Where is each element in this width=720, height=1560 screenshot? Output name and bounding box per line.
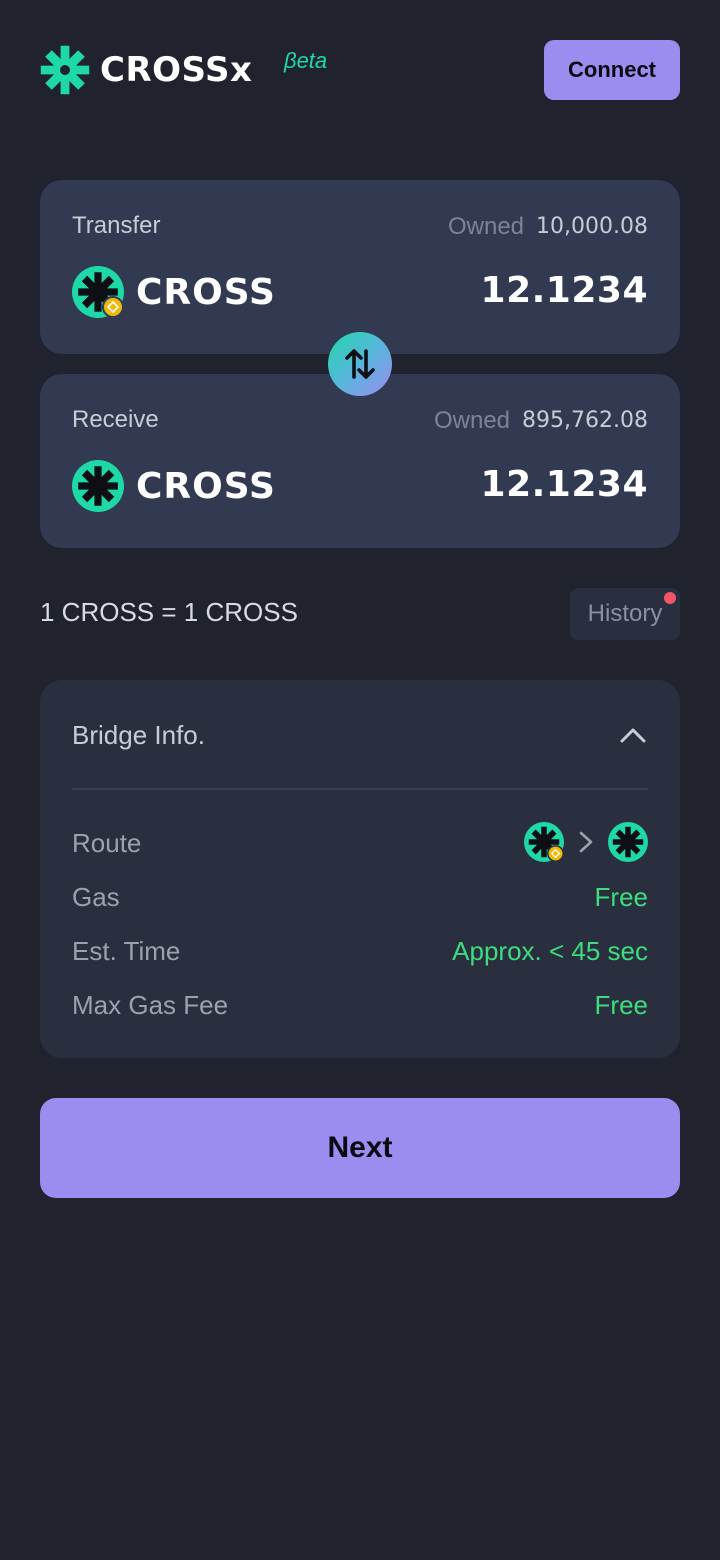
crossx-logo-icon xyxy=(40,45,90,95)
swap-arrows-icon xyxy=(345,349,375,379)
transfer-token-selector[interactable]: CROSS xyxy=(72,266,276,318)
est-time-value: Approx. < 45 sec xyxy=(452,936,648,966)
logo-text: CROSSx xyxy=(100,50,253,90)
owned-label: Owned xyxy=(433,407,511,434)
info-row-est-time: Est. Time Approx. < 45 sec xyxy=(72,930,648,970)
chevron-up-icon[interactable] xyxy=(618,722,648,748)
cross-token-icon xyxy=(72,460,124,512)
max-gas-fee-label: Max Gas Fee xyxy=(72,990,229,1020)
gas-label: Gas xyxy=(72,882,120,912)
chevron-right-icon xyxy=(579,831,593,853)
connect-button[interactable]: Connect xyxy=(544,40,680,100)
next-button[interactable]: Next xyxy=(40,1098,680,1198)
bridge-info-panel: Bridge Info. Route Gas Free Est. Time Ap… xyxy=(40,680,680,1058)
history-button[interactable]: History xyxy=(570,588,680,640)
transfer-amount[interactable]: 12.1234 xyxy=(481,270,648,311)
transfer-card: Transfer Owned 10,000.08 CROSS 12.1234 xyxy=(40,180,680,354)
app-header: CROSSx βeta Connect xyxy=(40,40,680,100)
swap-direction-button[interactable] xyxy=(328,332,392,396)
info-row-gas: Gas Free xyxy=(72,876,648,916)
notification-dot xyxy=(664,592,676,604)
cross-token-icon xyxy=(72,266,124,318)
owned-value: 895,762.08 xyxy=(522,408,648,433)
receive-label: Receive xyxy=(72,406,159,433)
destination-chain-token-icon xyxy=(608,822,648,862)
info-row-route: Route xyxy=(72,822,648,862)
history-label: History xyxy=(587,600,663,627)
divider xyxy=(72,788,648,790)
exchange-rate: 1 CROSS = 1 CROSS xyxy=(40,597,298,627)
receive-token-name: CROSS xyxy=(136,465,276,507)
bnb-chain-badge-icon xyxy=(102,296,124,318)
owned-value: 10,000.08 xyxy=(536,214,648,239)
receive-owned: Owned 895,762.08 xyxy=(434,407,648,435)
max-gas-fee-value: Free xyxy=(594,990,648,1020)
beta-label: βeta xyxy=(284,48,328,73)
gas-value: Free xyxy=(594,882,648,912)
crossx-logo[interactable]: CROSSx xyxy=(40,40,252,100)
transfer-owned: Owned 10,000.08 xyxy=(448,213,648,241)
route-label: Route xyxy=(72,828,142,858)
receive-token-selector[interactable]: CROSS xyxy=(72,460,276,512)
info-row-max-gas-fee: Max Gas Fee Free xyxy=(72,984,648,1024)
receive-amount: 12.1234 xyxy=(480,464,648,505)
est-time-label: Est. Time xyxy=(72,936,181,966)
source-chain-token-icon xyxy=(524,822,564,862)
bridge-info-title: Bridge Info. xyxy=(72,720,205,750)
transfer-token-name: CROSS xyxy=(136,271,276,313)
receive-card: Receive Owned 895,762.08 CROSS 12.1234 xyxy=(40,374,680,548)
route-path xyxy=(524,822,648,862)
owned-label: Owned xyxy=(447,213,525,240)
transfer-label: Transfer xyxy=(72,212,161,239)
